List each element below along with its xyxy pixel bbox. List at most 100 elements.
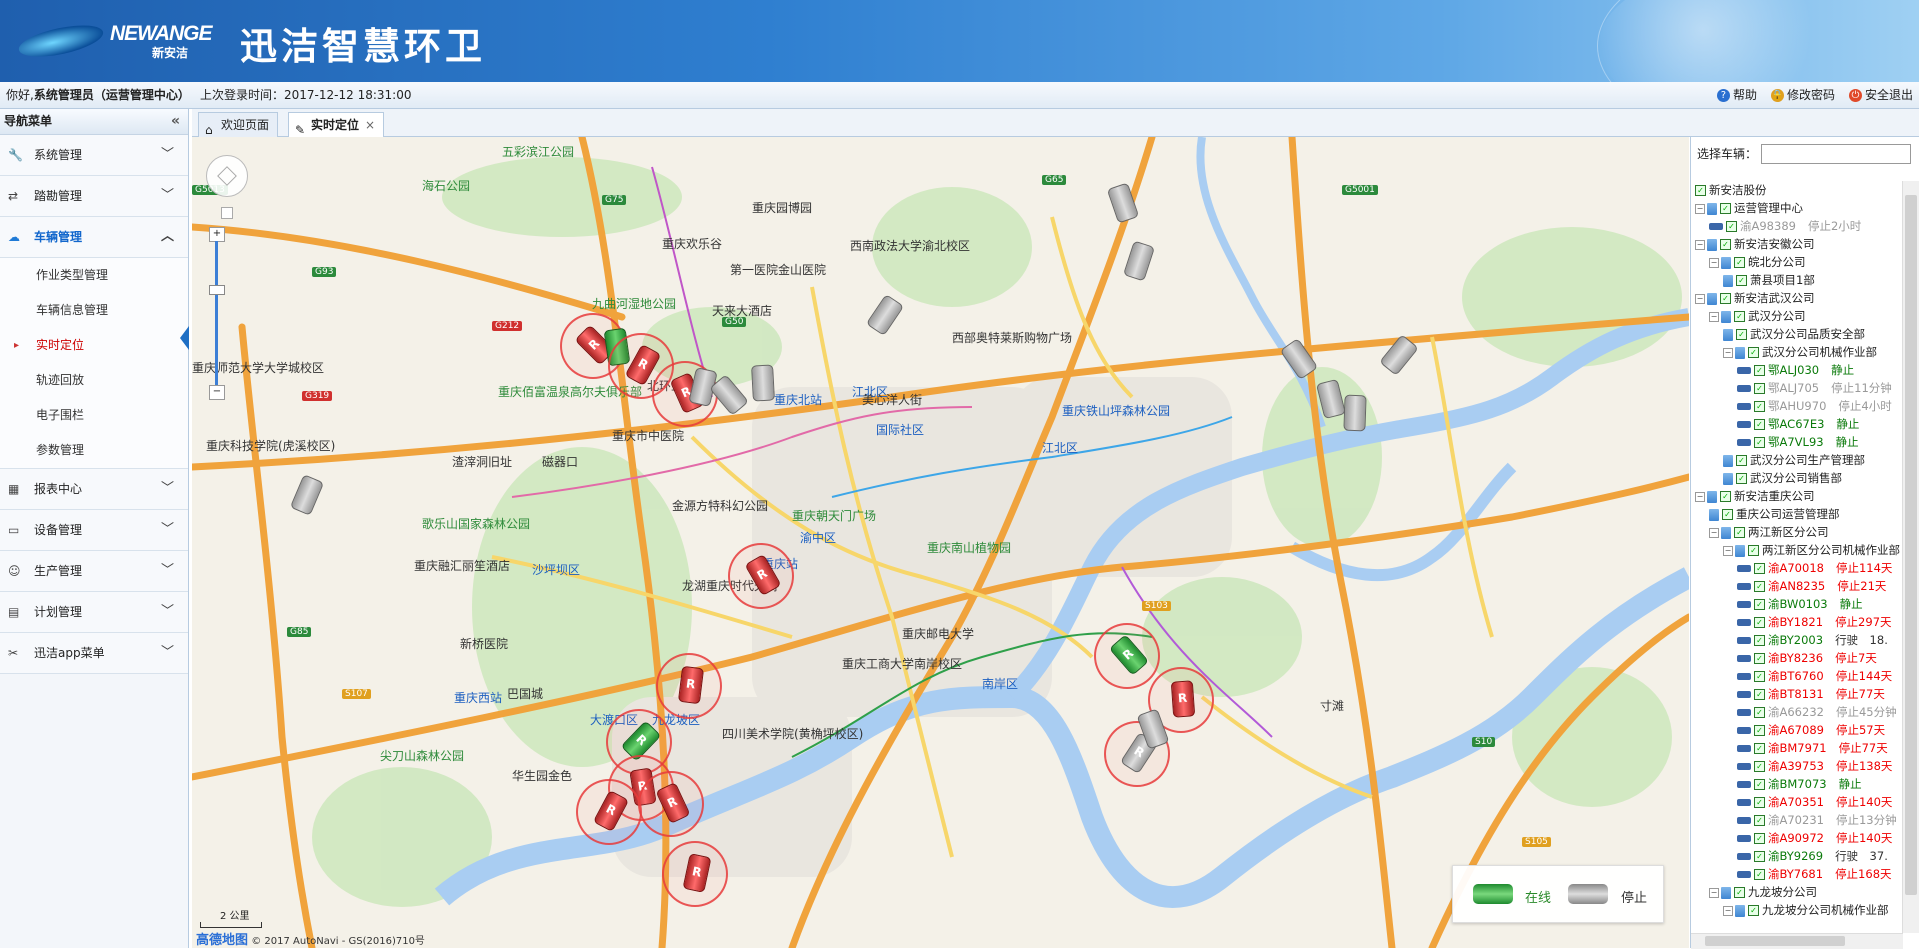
tree-group-node[interactable]: − ✓ 两江新区分公司机械作业部 — [1691, 541, 1901, 559]
tree-toggle-icon[interactable]: − — [1709, 527, 1719, 538]
tree-toggle-icon[interactable]: − — [1723, 545, 1733, 556]
tree-checkbox[interactable]: ✓ — [1754, 563, 1765, 574]
tree-vehicle-node[interactable]: ✓ 鄂ALJ705 停止11分钟 — [1691, 379, 1901, 397]
menu-item-5[interactable]: ☺ 生产管理 ﹀ — [0, 551, 188, 592]
menu-item-6[interactable]: ▤ 计划管理 ﹀ — [0, 592, 188, 633]
tree-checkbox[interactable]: ✓ — [1748, 905, 1759, 916]
tree-checkbox[interactable]: ✓ — [1754, 419, 1765, 430]
submenu-item-0[interactable]: 作业类型管理 — [0, 258, 188, 293]
tree-group-node[interactable]: − ✓ 武汉分公司机械作业部 — [1691, 343, 1901, 361]
tree-toggle-icon[interactable]: − — [1709, 311, 1719, 322]
tree-horizontal-scrollbar[interactable] — [1691, 933, 1903, 949]
tree-checkbox[interactable]: ✓ — [1736, 473, 1747, 484]
tree-checkbox[interactable]: ✓ — [1754, 635, 1765, 646]
tree-checkbox[interactable]: ✓ — [1754, 401, 1765, 412]
tree-checkbox[interactable]: ✓ — [1695, 185, 1706, 196]
tree-group-node[interactable]: ✓ 重庆公司运营管理部 — [1691, 505, 1901, 523]
tree-vehicle-node[interactable]: ✓ 鄂AC67E3 静止 — [1691, 415, 1901, 433]
tree-vehicle-node[interactable]: ✓ 渝AN8235 停止21天 — [1691, 577, 1901, 595]
menu-item-0[interactable]: 🔧 系统管理 ﹀ — [0, 135, 188, 176]
map-view[interactable]: 五彩滨江公园 海石公园 重庆欢乐谷 九曲河湿地公园 重庆园博园 西南政法大学渝北校区 天来大… — [192, 137, 1689, 948]
tree-checkbox[interactable]: ✓ — [1754, 725, 1765, 736]
tree-checkbox[interactable]: ✓ — [1754, 761, 1765, 772]
tree-checkbox[interactable]: ✓ — [1754, 833, 1765, 844]
tree-checkbox[interactable]: ✓ — [1734, 311, 1745, 322]
tree-checkbox[interactable]: ✓ — [1722, 509, 1733, 520]
tree-checkbox[interactable]: ✓ — [1736, 455, 1747, 466]
tree-checkbox[interactable]: ✓ — [1754, 689, 1765, 700]
top-link-0[interactable]: ? 帮助 — [1716, 82, 1757, 108]
tree-checkbox[interactable]: ✓ — [1734, 887, 1745, 898]
tree-vehicle-node[interactable]: ✓ 渝BW0103 静止 — [1691, 595, 1901, 613]
tree-toggle-icon[interactable]: − — [1723, 905, 1733, 916]
tree-checkbox[interactable]: ✓ — [1754, 797, 1765, 808]
tree-vehicle-node[interactable]: ✓ 渝BY9269 行驶 37. — [1691, 847, 1901, 865]
tree-vehicle-node[interactable]: ✓ 渝A98389 停止2小时 — [1691, 217, 1901, 235]
tree-checkbox[interactable]: ✓ — [1748, 545, 1759, 556]
tree-toggle-icon[interactable]: − — [1695, 203, 1705, 214]
tree-vehicle-node[interactable]: ✓ 渝A66232 停止45分钟 — [1691, 703, 1901, 721]
top-link-2[interactable]: ⏻ 安全退出 — [1848, 82, 1913, 108]
tree-vehicle-node[interactable]: ✓ 渝A70351 停止140天 — [1691, 793, 1901, 811]
tree-toggle-icon[interactable]: − — [1695, 239, 1705, 250]
zoom-thumb[interactable] — [209, 285, 225, 295]
tree-checkbox[interactable]: ✓ — [1754, 653, 1765, 664]
tree-vehicle-node[interactable]: ✓ 渝BY7681 停止168天 — [1691, 865, 1901, 883]
tree-toggle-icon[interactable]: − — [1723, 347, 1733, 358]
tree-vehicle-node[interactable]: ✓ 渝BY2003 行驶 18. — [1691, 631, 1901, 649]
submenu-item-5[interactable]: 参数管理 — [0, 433, 188, 468]
tree-checkbox[interactable]: ✓ — [1754, 869, 1765, 880]
tree-checkbox[interactable]: ✓ — [1754, 617, 1765, 628]
tree-group-node[interactable]: − ✓ 武汉分公司 — [1691, 307, 1901, 325]
tree-group-node[interactable]: ✓ 萧县项目1部 — [1691, 271, 1901, 289]
tree-checkbox[interactable]: ✓ — [1754, 365, 1765, 376]
menu-item-4[interactable]: ▭ 设备管理 ﹀ — [0, 510, 188, 551]
tree-vehicle-node[interactable]: ✓ 渝BT8131 停止77天 — [1691, 685, 1901, 703]
zoom-track[interactable] — [215, 241, 218, 385]
tree-group-node[interactable]: − ✓ 九龙坡分公司 — [1691, 883, 1901, 901]
tree-vehicle-node[interactable]: ✓ 鄂AHU970 停止4小时 — [1691, 397, 1901, 415]
tree-checkbox[interactable]: ✓ — [1754, 599, 1765, 610]
tree-checkbox[interactable]: ✓ — [1754, 707, 1765, 718]
tree-checkbox[interactable]: ✓ — [1754, 815, 1765, 826]
locate-me-button[interactable] — [221, 207, 233, 219]
collapse-sidebar-button[interactable]: « — [171, 109, 180, 134]
tree-checkbox[interactable]: ✓ — [1720, 491, 1731, 502]
zoom-slider[interactable]: + − — [209, 227, 225, 400]
menu-item-2[interactable]: ☁ 车辆管理 ︿ — [0, 217, 188, 258]
tree-group-node[interactable]: − ✓ 两江新区分公司 — [1691, 523, 1901, 541]
tree-checkbox[interactable]: ✓ — [1754, 779, 1765, 790]
submenu-item-3[interactable]: 轨迹回放 — [0, 363, 188, 398]
tree-vehicle-node[interactable]: ✓ 渝BY8236 停止7天 — [1691, 649, 1901, 667]
tree-checkbox[interactable]: ✓ — [1754, 743, 1765, 754]
tab-realtime-location[interactable]: ✎ 实时定位 × — [288, 112, 385, 138]
top-link-1[interactable]: 🔒 修改密码 — [1770, 82, 1835, 108]
vehicle-search-input[interactable] — [1761, 143, 1912, 164]
submenu-item-4[interactable]: 电子围栏 — [0, 398, 188, 433]
tree-checkbox[interactable]: ✓ — [1736, 275, 1747, 286]
tab-welcome[interactable]: ⌂ 欢迎页面 — [198, 112, 279, 137]
menu-item-3[interactable]: ▦ 报表中心 ﹀ — [0, 469, 188, 510]
tree-toggle-icon[interactable]: − — [1709, 887, 1719, 898]
map-pan-control[interactable] — [206, 155, 248, 219]
tree-checkbox[interactable]: ✓ — [1720, 203, 1731, 214]
tree-checkbox[interactable]: ✓ — [1720, 293, 1731, 304]
pan-control[interactable] — [206, 155, 248, 197]
tree-vehicle-node[interactable]: ✓ 渝BY1821 停止297天 — [1691, 613, 1901, 631]
tree-checkbox[interactable]: ✓ — [1754, 671, 1765, 682]
tree-vehicle-node[interactable]: ✓ 渝A70231 停止13分钟 — [1691, 811, 1901, 829]
tree-group-node[interactable]: ✓ 武汉分公司品质安全部 — [1691, 325, 1901, 343]
tree-checkbox[interactable]: ✓ — [1720, 239, 1731, 250]
tree-checkbox[interactable]: ✓ — [1754, 437, 1765, 448]
tree-vehicle-node[interactable]: ✓ 渝A67089 停止57天 — [1691, 721, 1901, 739]
zoom-in-button[interactable]: + — [209, 227, 225, 242]
tree-toggle-icon[interactable]: − — [1709, 257, 1719, 268]
tree-vehicle-node[interactable]: ✓ 渝BM7971 停止77天 — [1691, 739, 1901, 757]
tree-checkbox[interactable]: ✓ — [1748, 347, 1759, 358]
tree-checkbox[interactable]: ✓ — [1754, 383, 1765, 394]
zoom-out-button[interactable]: − — [209, 385, 225, 400]
tree-vehicle-node[interactable]: ✓ 渝A90972 停止140天 — [1691, 829, 1901, 847]
tree-vehicle-node[interactable]: ✓ 渝A39753 停止138天 — [1691, 757, 1901, 775]
tree-checkbox[interactable]: ✓ — [1736, 329, 1747, 340]
tree-checkbox[interactable]: ✓ — [1754, 851, 1765, 862]
